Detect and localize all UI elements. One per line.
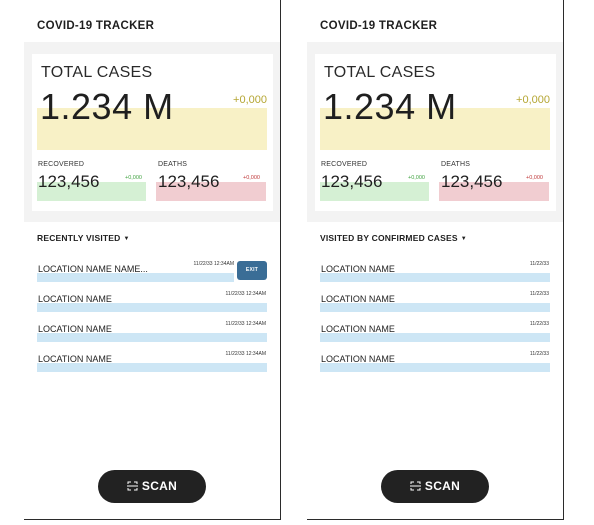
stats-card: TOTAL CASES 1.234 M +0,000 RECOVERED DEA…	[315, 54, 556, 211]
total-cases-value: 1.234 M	[40, 86, 174, 127]
total-cases-label: TOTAL CASES	[41, 64, 153, 81]
scan-frame-icon	[409, 471, 421, 504]
visit-timestamp: 11/22/33	[529, 351, 549, 357]
recovered-delta: +0,000	[125, 175, 142, 181]
location-name: LOCATION NAME	[321, 264, 395, 274]
exit-button[interactable]: EXIT	[237, 261, 267, 280]
visit-timestamp: 11/22/33	[529, 291, 549, 297]
deaths-label: DEATHS	[441, 161, 471, 168]
list-item[interactable]: LOCATION NAME 11/22/33	[320, 260, 550, 290]
location-name: LOCATION NAME	[321, 294, 395, 304]
location-name: LOCATION NAME	[38, 354, 112, 364]
list-item[interactable]: LOCATION NAME NAME... 11/22/33 12:34AM E…	[37, 260, 267, 290]
caret-down-icon: ▼	[123, 236, 130, 242]
total-cases-value: 1.234 M	[323, 86, 457, 127]
recovered-label: RECOVERED	[321, 161, 368, 168]
visit-timestamp: 11/22/33	[529, 261, 549, 267]
list-item-highlight	[37, 363, 267, 372]
location-name: LOCATION NAME	[38, 294, 112, 304]
app-title: COVID-19 TRACKER	[320, 20, 438, 32]
phone-screen-recently-visited: COVID-19 TRACKER TOTAL CASES 1.234 M +0,…	[24, 0, 281, 520]
recovered-value: 123,456	[321, 172, 383, 191]
list-item-highlight	[320, 303, 550, 312]
deaths-delta: +0,000	[243, 175, 260, 181]
scan-button[interactable]: SCAN	[98, 470, 206, 503]
deaths-label: DEATHS	[158, 161, 188, 168]
list-item[interactable]: LOCATION NAME 11/22/33 12:34AM	[37, 320, 267, 350]
total-cases-delta: +0,000	[516, 94, 550, 106]
recovered-value: 123,456	[38, 172, 100, 191]
section-title: VISITED BY CONFIRMED CASES	[320, 233, 458, 243]
visit-timestamp: 11/22/33 12:34AM	[193, 261, 235, 267]
location-name: LOCATION NAME	[321, 354, 395, 364]
visit-timestamp: 11/22/33	[529, 321, 549, 327]
visit-timestamp: 11/22/33 12:34AM	[225, 321, 267, 327]
location-name: LOCATION NAME	[321, 324, 395, 334]
visit-timestamp: 11/22/33 12:34AM	[225, 291, 267, 297]
list-item-highlight	[320, 333, 550, 342]
list-item[interactable]: LOCATION NAME 11/22/33 12:34AM	[37, 290, 267, 320]
visit-timestamp: 11/22/33 12:34AM	[225, 351, 267, 357]
visited-list: LOCATION NAME NAME... 11/22/33 12:34AM E…	[37, 260, 267, 380]
scan-frame-icon	[126, 471, 138, 504]
list-item[interactable]: LOCATION NAME 11/22/33	[320, 290, 550, 320]
deaths-delta: +0,000	[526, 175, 543, 181]
scan-button[interactable]: SCAN	[381, 470, 489, 503]
list-item[interactable]: LOCATION NAME 11/22/33 12:34AM	[37, 350, 267, 380]
scan-label: SCAN	[141, 479, 178, 493]
total-cases-label: TOTAL CASES	[324, 64, 436, 81]
deaths-value: 123,456	[441, 172, 503, 191]
caret-down-icon: ▼	[460, 236, 467, 242]
section-dropdown-confirmed-cases[interactable]: VISITED BY CONFIRMED CASES ▼	[320, 233, 467, 243]
list-item-highlight	[37, 303, 267, 312]
app-title: COVID-19 TRACKER	[37, 20, 155, 32]
visited-list: LOCATION NAME 11/22/33 LOCATION NAME 11/…	[320, 260, 550, 380]
total-cases-delta: +0,000	[233, 94, 267, 106]
list-item[interactable]: LOCATION NAME 11/22/33	[320, 350, 550, 380]
deaths-value: 123,456	[158, 172, 220, 191]
list-item-highlight	[37, 333, 267, 342]
stats-card: TOTAL CASES 1.234 M +0,000 RECOVERED DEA…	[32, 54, 273, 211]
list-item-highlight	[320, 273, 550, 282]
scan-label: SCAN	[424, 479, 461, 493]
list-item-highlight	[37, 273, 234, 282]
recovered-label: RECOVERED	[38, 161, 85, 168]
phone-screen-confirmed-cases: COVID-19 TRACKER TOTAL CASES 1.234 M +0,…	[307, 0, 564, 520]
list-item-highlight	[320, 363, 550, 372]
section-title: RECENTLY VISITED	[37, 233, 121, 243]
list-item[interactable]: LOCATION NAME 11/22/33	[320, 320, 550, 350]
section-dropdown-recently-visited[interactable]: RECENTLY VISITED ▼	[37, 233, 130, 243]
location-name: LOCATION NAME NAME...	[38, 264, 148, 274]
location-name: LOCATION NAME	[38, 324, 112, 334]
recovered-delta: +0,000	[408, 175, 425, 181]
